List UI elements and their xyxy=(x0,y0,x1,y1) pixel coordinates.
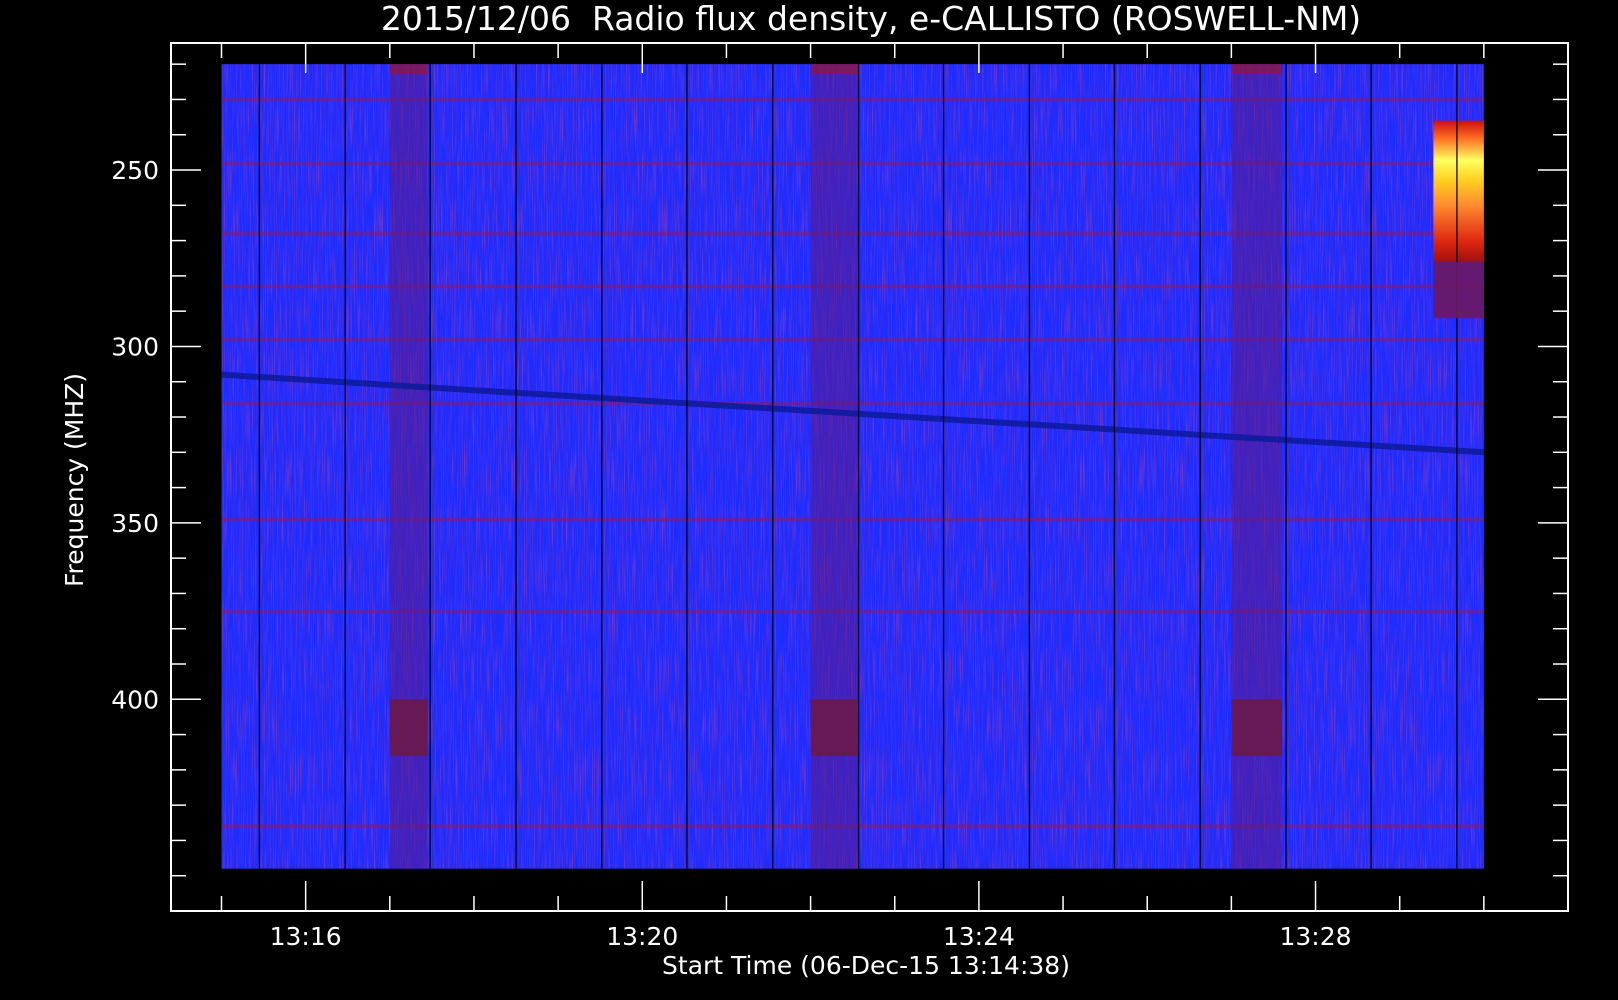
calibration-block-top xyxy=(389,64,428,75)
y-tick-label: 250 xyxy=(111,156,159,185)
spectrogram-chart: 2015/12/06 Radio flux density, e-CALLIST… xyxy=(60,0,1569,980)
x-tick-label: 13:24 xyxy=(943,922,1015,951)
x-tick-label: 13:16 xyxy=(270,922,342,951)
y-tick-label: 400 xyxy=(111,685,159,714)
y-axis-label: Frequency (MHZ) xyxy=(60,373,89,587)
calibration-block-band xyxy=(389,699,428,756)
burst-tail xyxy=(1433,261,1484,319)
chart-title: 2015/12/06 Radio flux density, e-CALLIST… xyxy=(381,0,1361,38)
x-tick-label: 13:20 xyxy=(606,922,678,951)
radio-burst xyxy=(1433,120,1484,262)
calibration-block-top xyxy=(1231,64,1282,75)
calibration-block-top xyxy=(810,64,857,75)
plot-area xyxy=(221,64,1485,869)
calibration-block-band xyxy=(1231,699,1282,756)
x-axis-label: Start Time (06-Dec-15 13:14:38) xyxy=(662,951,1070,980)
y-tick-label: 300 xyxy=(111,332,159,361)
calibration-block-band xyxy=(810,699,857,756)
x-tick-label: 13:28 xyxy=(1280,922,1352,951)
y-tick-label: 350 xyxy=(111,509,159,538)
